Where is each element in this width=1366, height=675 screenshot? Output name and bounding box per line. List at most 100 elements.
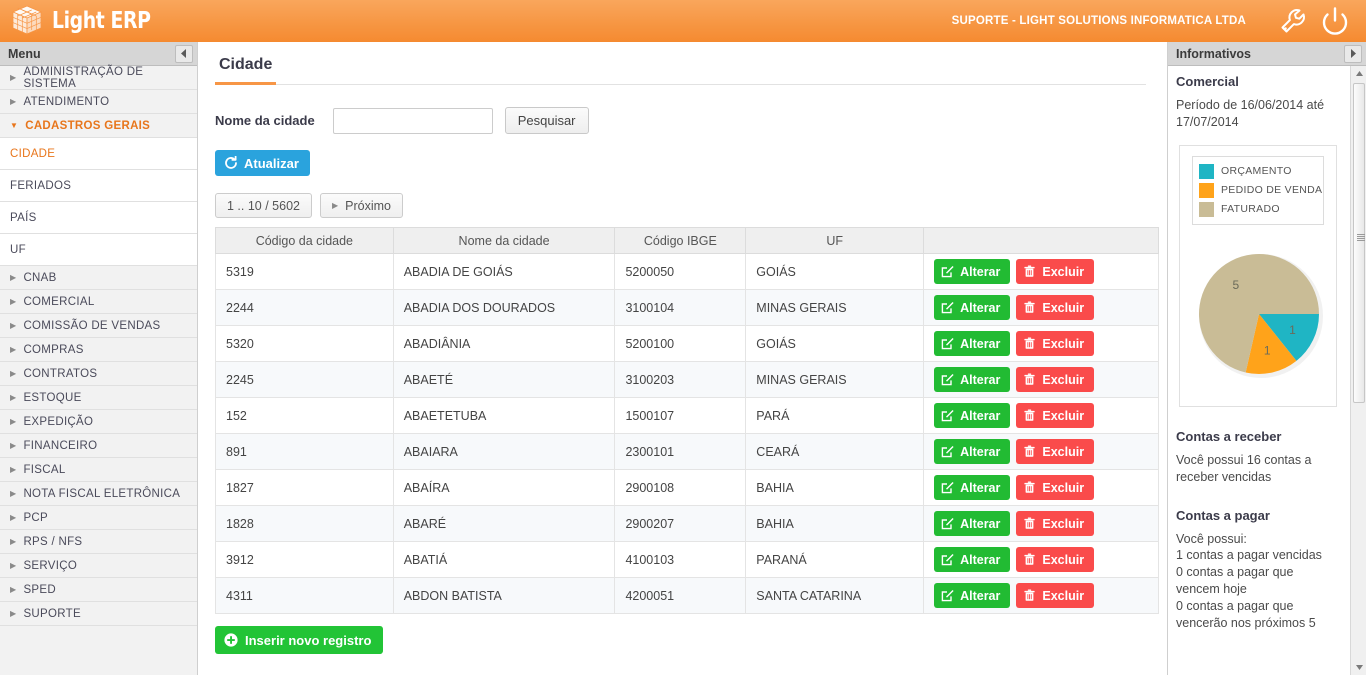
cell-nome: ABARÉ	[392, 505, 616, 542]
cell-actions: Alterar Excluir	[923, 541, 1159, 578]
cell-codigo: 3912	[215, 541, 394, 578]
main-content: Cidade Nome da cidade Pesquisar Atualiza…	[199, 42, 1166, 675]
right-sidebar: Informativos Comercial Período de 16/06/…	[1167, 42, 1366, 675]
cell-ibge: 2900108	[614, 469, 747, 506]
delete-row-button[interactable]: Excluir	[1016, 403, 1095, 428]
pager-range[interactable]: 1 .. 10 / 5602	[215, 193, 312, 218]
cell-ibge: 1500107	[614, 397, 747, 434]
informativos-period: Período de 16/06/2014 até 17/07/2014	[1176, 98, 1325, 129]
delete-row-button[interactable]: Excluir	[1016, 295, 1095, 320]
app-logo[interactable]: Light ERP	[0, 4, 172, 38]
delete-row-button[interactable]: Excluir	[1016, 367, 1095, 392]
sidebar-group-servi-o[interactable]: ▶ SERVIÇO	[0, 554, 197, 578]
sidebar-group-cadastros-gerais[interactable]: ▼ CADASTROS GERAIS	[0, 114, 197, 138]
page-title-bar: Cidade	[215, 56, 1146, 85]
edit-square-icon	[941, 301, 954, 314]
cell-uf: PARANÁ	[745, 541, 925, 578]
sidebar-group-administra-o-de-sistema[interactable]: ▶ ADMINISTRAÇÃO DE SISTEMA	[0, 66, 197, 90]
chevron-right-icon: ▶	[331, 201, 339, 210]
edit-row-button[interactable]: Alterar	[934, 331, 1011, 356]
delete-row-button[interactable]: Excluir	[1016, 475, 1095, 500]
right-sidebar-scrollbar[interactable]	[1350, 66, 1366, 675]
scroll-up-button[interactable]	[1351, 66, 1366, 81]
sidebar-group-nota-fiscal-eletr-nica[interactable]: ▶ NOTA FISCAL ELETRÔNICA	[0, 482, 197, 506]
sidebar-group-fiscal[interactable]: ▶ FISCAL	[0, 458, 197, 482]
pager-range-label: 1 .. 10 / 5602	[227, 198, 300, 213]
edit-row-label: Alterar	[960, 300, 1001, 315]
sidebar-group-comiss-o-de-vendas[interactable]: ▶ COMISSÃO DE VENDAS	[0, 314, 197, 338]
sidebar-group-compras[interactable]: ▶ COMPRAS	[0, 338, 197, 362]
sidebar-group-pcp[interactable]: ▶ PCP	[0, 506, 197, 530]
chevron-right-icon: ▶	[10, 416, 17, 426]
power-icon[interactable]	[1318, 4, 1352, 38]
wrench-icon[interactable]	[1276, 4, 1310, 38]
cell-ibge: 2900207	[614, 505, 747, 542]
search-input[interactable]	[332, 107, 493, 134]
delete-row-button[interactable]: Excluir	[1016, 331, 1095, 356]
sidebar-group-label: FISCAL	[23, 463, 66, 476]
cell-ibge: 4100103	[614, 541, 747, 578]
sidebar-group-estoque[interactable]: ▶ ESTOQUE	[0, 386, 197, 410]
edit-row-button[interactable]: Alterar	[934, 583, 1011, 608]
sidebar-group-atendimento[interactable]: ▶ ATENDIMENTO	[0, 90, 197, 114]
edit-row-button[interactable]: Alterar	[934, 475, 1011, 500]
refresh-button[interactable]: Atualizar	[215, 150, 310, 176]
scrollbar-thumb[interactable]	[1353, 83, 1365, 403]
cell-nome: ABAETETUBA	[392, 397, 616, 434]
delete-row-button[interactable]: Excluir	[1016, 439, 1095, 464]
cell-uf: BAHIA	[745, 505, 925, 542]
sidebar-group-rps-nfs[interactable]: ▶ RPS / NFS	[0, 530, 197, 554]
edit-square-icon	[941, 445, 954, 458]
sidebar-item-uf[interactable]: UF	[0, 234, 197, 266]
edit-row-button[interactable]: Alterar	[934, 295, 1011, 320]
sidebar-group-cnab[interactable]: ▶ CNAB	[0, 266, 197, 290]
chevron-right-icon: ▶	[10, 440, 17, 450]
sidebar-group-label: COMERCIAL	[23, 295, 95, 308]
cell-ibge: 3100104	[614, 289, 747, 326]
sidebar-group-suporte[interactable]: ▶ SUPORTE	[0, 602, 197, 626]
table-column-header: UF	[745, 227, 925, 254]
edit-row-label: Alterar	[960, 588, 1001, 603]
table-row: 3912 ABATIÁ 4100103 PARANÁ Alterar Excluir	[215, 541, 1159, 578]
edit-row-button[interactable]: Alterar	[934, 511, 1011, 536]
delete-row-button[interactable]: Excluir	[1016, 511, 1095, 536]
scroll-down-button[interactable]	[1351, 660, 1366, 675]
sidebar-item-cidade[interactable]: CIDADE	[0, 138, 197, 170]
table-column-header: Nome da cidade	[392, 227, 616, 254]
cell-actions: Alterar Excluir	[923, 253, 1159, 290]
sidebar-group-label: SERVIÇO	[23, 559, 78, 572]
edit-square-icon	[941, 589, 954, 602]
edit-row-button[interactable]: Alterar	[934, 259, 1011, 284]
informativos-expand-button[interactable]	[1344, 44, 1362, 63]
sidebar-group-label: EXPEDIÇÃO	[23, 415, 94, 428]
delete-row-button[interactable]: Excluir	[1016, 583, 1095, 608]
cell-codigo: 152	[215, 397, 394, 434]
sidebar-group-comercial[interactable]: ▶ COMERCIAL	[0, 290, 197, 314]
edit-square-icon	[941, 409, 954, 422]
menu-header: Menu	[0, 42, 197, 66]
sidebar-item-feriados[interactable]: FERIADOS	[0, 170, 197, 202]
pager-next-button[interactable]: ▶ Próximo	[319, 193, 403, 218]
sidebar-group-financeiro[interactable]: ▶ FINANCEIRO	[0, 434, 197, 458]
insert-new-record-button[interactable]: Inserir novo registro	[215, 626, 384, 654]
edit-row-button[interactable]: Alterar	[934, 439, 1011, 464]
delete-row-button[interactable]: Excluir	[1016, 259, 1095, 284]
table-head: Código da cidade Nome da cidade Código IBG…	[215, 227, 1159, 254]
cell-uf: SANTA CATARINA	[745, 577, 925, 614]
sidebar-group-contratos[interactable]: ▶ CONTRATOS	[0, 362, 197, 386]
edit-row-label: Alterar	[960, 552, 1001, 567]
trash-icon	[1023, 553, 1036, 566]
table-column-header: Código da cidade	[215, 227, 394, 254]
cell-codigo: 1827	[215, 469, 394, 506]
edit-row-button[interactable]: Alterar	[934, 367, 1011, 392]
search-button[interactable]: Pesquisar	[504, 107, 589, 134]
sidebar-group-expedi-o[interactable]: ▶ EXPEDIÇÃO	[0, 410, 197, 434]
caret-down-icon	[1355, 665, 1363, 670]
delete-row-button[interactable]: Excluir	[1016, 547, 1095, 572]
menu-collapse-button[interactable]	[175, 44, 193, 63]
cell-codigo: 5320	[215, 325, 394, 362]
edit-row-button[interactable]: Alterar	[934, 403, 1011, 428]
sidebar-group-sped[interactable]: ▶ SPED	[0, 578, 197, 602]
edit-row-button[interactable]: Alterar	[934, 547, 1011, 572]
sidebar-item-pa-s[interactable]: PAÍS	[0, 202, 197, 234]
